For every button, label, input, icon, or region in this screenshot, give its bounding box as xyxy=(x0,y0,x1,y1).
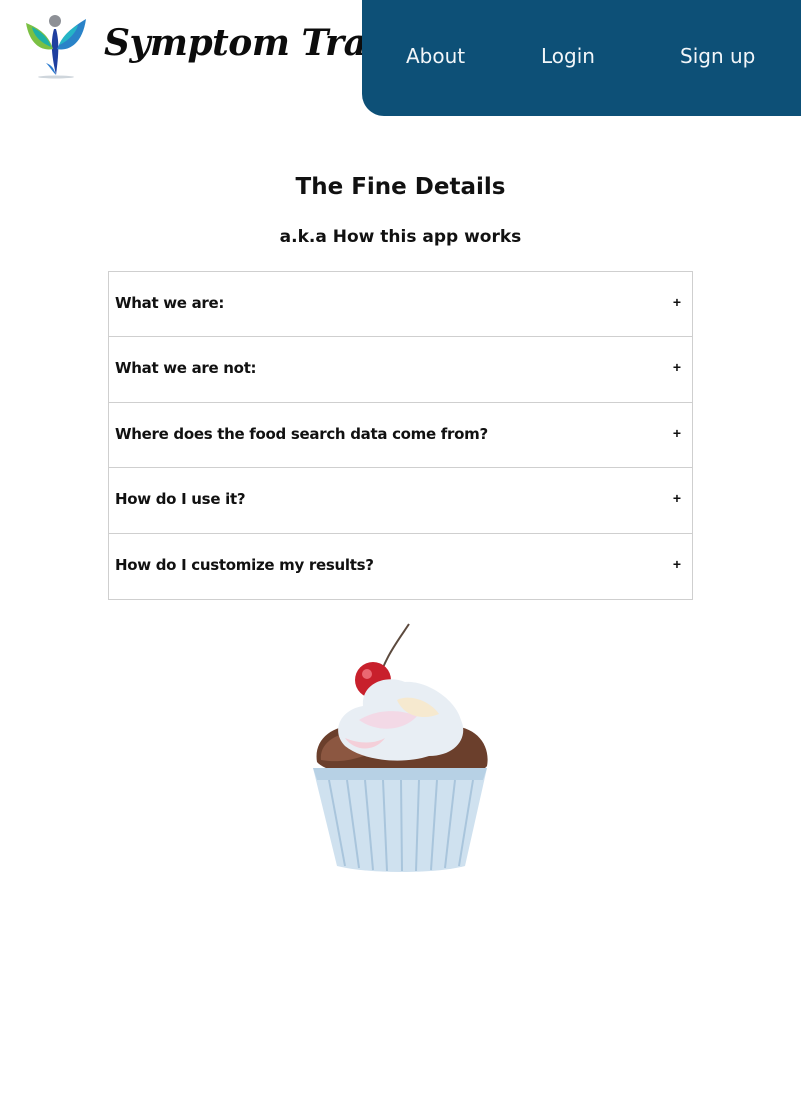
faq-item-customize-results[interactable]: How do I customize my results? + xyxy=(109,534,692,599)
faq-accordion: What we are: + What we are not: + Where … xyxy=(108,271,693,600)
faq-item-how-to-use[interactable]: How do I use it? + xyxy=(109,468,692,534)
faq-question: How do I customize my results? xyxy=(115,555,374,574)
faq-item-what-we-are-not[interactable]: What we are not: + xyxy=(109,337,692,403)
page-title: The Fine Details xyxy=(295,174,506,200)
expand-plus-icon[interactable]: + xyxy=(673,490,681,506)
faq-item-what-we-are[interactable]: What we are: + xyxy=(109,272,692,338)
page-subtitle: a.k.a How this app works xyxy=(279,227,522,247)
expand-plus-icon[interactable]: + xyxy=(673,425,681,441)
nav-login-link[interactable]: Login xyxy=(541,44,595,68)
expand-plus-icon[interactable]: + xyxy=(673,556,681,572)
faq-question: Where does the food search data come fro… xyxy=(115,424,488,443)
expand-plus-icon[interactable]: + xyxy=(673,294,681,310)
brand[interactable]: Symptom Tracker xyxy=(24,12,454,82)
faq-question: How do I use it? xyxy=(115,490,246,509)
person-leaves-logo-icon xyxy=(26,15,86,79)
nav-about-link[interactable]: About xyxy=(406,44,465,68)
nav-signup-link[interactable]: Sign up xyxy=(680,44,755,68)
main-nav: About Login Sign up xyxy=(362,0,801,116)
faq-question: What we are not: xyxy=(115,359,257,378)
cupcake-illustration xyxy=(313,623,488,872)
faq-question: What we are: xyxy=(115,294,225,312)
faq-item-food-data-source[interactable]: Where does the food search data come fro… xyxy=(109,403,692,469)
expand-plus-icon[interactable]: + xyxy=(673,359,681,375)
site-header: Symptom Tracker About Login Sign up xyxy=(0,0,801,116)
